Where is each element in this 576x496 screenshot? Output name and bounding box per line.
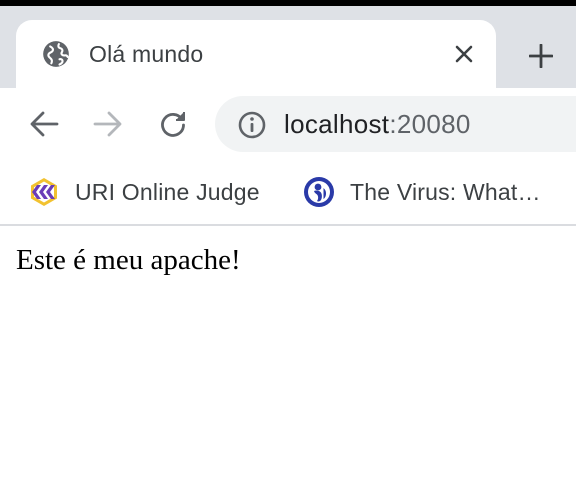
pbs-icon: [304, 177, 334, 207]
bookmark-label: URI Online Judge: [75, 178, 260, 205]
site-info-icon[interactable]: [237, 110, 267, 140]
url-port: :20080: [389, 109, 471, 139]
new-tab-button[interactable]: [521, 36, 561, 76]
url-host: localhost: [284, 109, 390, 139]
reload-icon: [161, 112, 185, 137]
url-text[interactable]: localhost:20080: [284, 109, 471, 140]
bookmark-the-virus[interactable]: The Virus: What…: [303, 174, 541, 210]
back-arrow-icon: [30, 111, 59, 137]
page-content: Este é meu apache!: [0, 226, 576, 496]
address-bar[interactable]: localhost:20080: [215, 96, 576, 152]
navigation-toolbar: localhost:20080: [0, 88, 576, 160]
close-tab-button[interactable]: [450, 40, 478, 68]
bookmarks-bar: URI Online Judge The Virus: What…: [0, 160, 576, 226]
page-body-text: Este é meu apache!: [16, 244, 241, 276]
globe-icon: [43, 41, 69, 67]
uri-judge-icon: [31, 178, 57, 206]
forward-button[interactable]: [90, 106, 126, 142]
active-tab[interactable]: Olá mundo: [16, 20, 496, 88]
close-icon: [455, 45, 473, 63]
browser-window: Olá mundo localhost:20080 URI Online Jud…: [0, 0, 576, 496]
forward-arrow-icon: [93, 111, 122, 137]
bookmark-label: The Virus: What…: [350, 178, 541, 205]
tab-strip: Olá mundo: [0, 6, 576, 88]
reload-button[interactable]: [155, 106, 191, 142]
plus-icon: [529, 44, 553, 68]
bookmark-uri-online-judge[interactable]: URI Online Judge: [28, 174, 260, 210]
tab-title: Olá mundo: [89, 41, 204, 67]
back-button[interactable]: [26, 106, 62, 142]
